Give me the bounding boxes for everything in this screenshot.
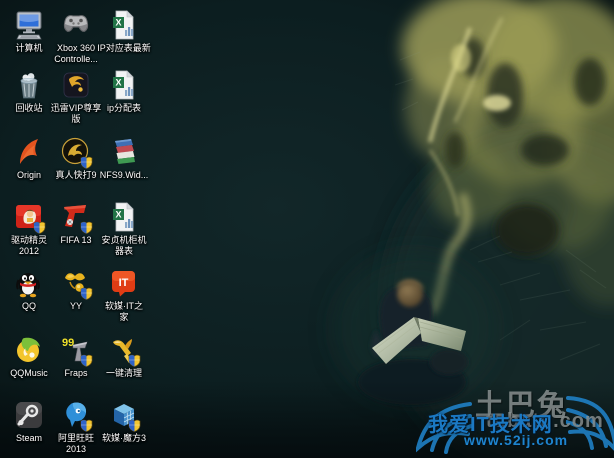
desktop-icon-ip-allocation-table[interactable]: Xip分配表	[101, 68, 147, 114]
qqmusic-swirl-icon	[12, 333, 46, 367]
fraps-99-icon: 99	[59, 333, 93, 367]
desktop-icon-one-key-clean[interactable]: 一键清理	[101, 333, 147, 379]
excel-file-icon: X	[107, 200, 141, 234]
desktop-icon-aliwangwang-2013[interactable]: 阿里旺旺 2013	[53, 398, 99, 454]
svg-text:X: X	[115, 78, 121, 88]
steam-piston-icon	[12, 398, 46, 432]
desktop-icon-yy[interactable]: YY	[53, 266, 99, 312]
desktop-icon-fraps[interactable]: 99 Fraps	[53, 333, 99, 379]
excel-file-icon: X	[107, 68, 141, 102]
excel-file-icon: X	[107, 8, 141, 42]
qq-penguin-icon	[12, 266, 46, 300]
icon-label: 软媒·魔方3	[101, 433, 146, 443]
clean-brush-icon	[107, 333, 141, 367]
icon-label: IP对应表最新	[97, 43, 151, 53]
icon-label: 安贞机柜机 器表	[101, 235, 147, 256]
xbox-controller-icon	[59, 8, 93, 42]
desktop-icon-driver-genius-2012[interactable]: 驱动精灵 2012	[6, 200, 52, 256]
desktop-icon-ithome[interactable]: IT 软媒·IT之 家	[101, 266, 147, 322]
svg-text:99: 99	[62, 337, 74, 349]
desktop-icon-mortal-kombat-9[interactable]: 真人快打9	[53, 135, 99, 181]
svg-text:X: X	[115, 18, 121, 28]
icon-label: 软媒·IT之 家	[105, 301, 143, 322]
desktop-icon-fifa-13[interactable]: FIFA 13	[53, 200, 99, 246]
svg-text:X: X	[115, 210, 121, 220]
cube-icon	[107, 398, 141, 432]
yy-gold-icon	[59, 266, 93, 300]
desktop-icon-anzhen-cabinet-table[interactable]: X 安贞机柜机 器表	[101, 200, 147, 256]
recycle-bin-icon	[12, 68, 46, 102]
thunder-bird-icon	[59, 68, 93, 102]
winrar-books-icon	[107, 135, 141, 169]
desktop-icon-thunder-vip[interactable]: 迅雷VIP尊享 版	[51, 68, 101, 124]
ithome-it-icon: IT	[107, 266, 141, 300]
desktop-icon-xbox-360-controller[interactable]: Xbox 360 Controlle...	[53, 8, 99, 64]
icon-label: NFS9.Wid...	[99, 170, 149, 180]
svg-text:IT: IT	[119, 277, 129, 289]
origin-swoosh-icon	[12, 135, 46, 169]
computer-icon	[12, 8, 46, 42]
wangwang-icon	[59, 398, 93, 432]
desktop-icon-grid: 计算机 Xbox 360 Controlle... X IP对应表最新 回收站 迅雷VIP…	[0, 0, 614, 458]
mk-dragon-icon	[59, 135, 93, 169]
fifa-ribbon-icon	[59, 200, 93, 234]
icon-label: ip分配表	[106, 103, 141, 113]
desktop: 计算机 Xbox 360 Controlle... X IP对应表最新 回收站 迅雷VIP…	[0, 0, 614, 458]
desktop-icon-nfs9-archive[interactable]: NFS9.Wid...	[100, 135, 148, 181]
driver-genius-icon	[12, 200, 46, 234]
desktop-icon-ip-mapping-table[interactable]: X IP对应表最新	[97, 8, 151, 54]
desktop-icon-mofang-3[interactable]: 软媒·魔方3	[101, 398, 147, 444]
icon-label: 一键清理	[105, 368, 142, 378]
